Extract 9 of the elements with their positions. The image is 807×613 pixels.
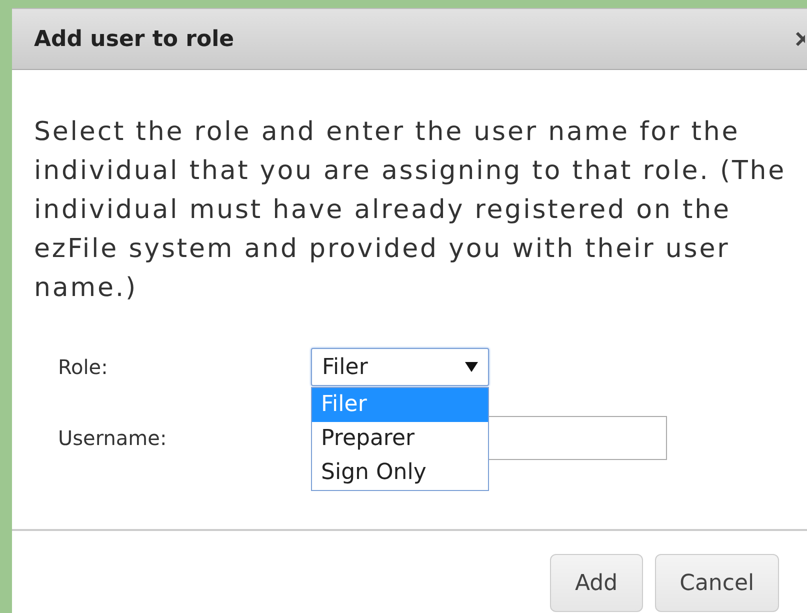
field-label: Role:: [58, 355, 109, 379]
dropdown-option[interactable]: Sign Only: [312, 456, 488, 490]
dropdown-option[interactable]: Preparer: [312, 422, 488, 456]
instructions-text: Select the role and enter the user name for the individual that you are assigning to that role. (The individual must have already registered on the ezFile system and provided you with their user name.): [34, 116, 788, 305]
add-button[interactable]: Add: [550, 554, 643, 612]
field-label: Username:: [58, 426, 168, 450]
cancel-button[interactable]: Cancel: [654, 554, 780, 612]
role-dropdown[interactable]: Filer: [311, 348, 489, 386]
dialog-title: Add user to role: [34, 26, 234, 52]
